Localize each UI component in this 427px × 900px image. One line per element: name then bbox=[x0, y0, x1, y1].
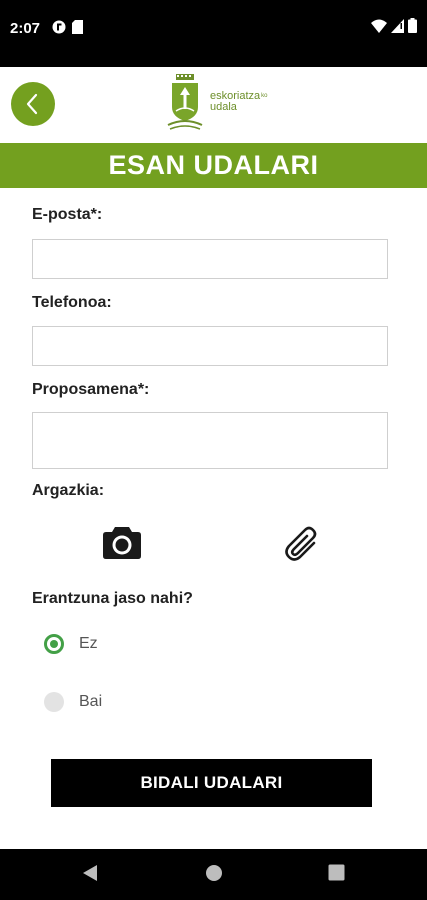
radio-unselected-icon[interactable] bbox=[44, 692, 64, 712]
phone-field[interactable] bbox=[32, 326, 388, 366]
recents-square-icon bbox=[328, 864, 345, 881]
status-right-icons bbox=[371, 18, 417, 33]
coat-of-arms-icon bbox=[167, 74, 203, 130]
attach-file-button[interactable] bbox=[283, 523, 319, 566]
email-field[interactable] bbox=[32, 239, 388, 279]
radio-selected-icon[interactable] bbox=[44, 634, 64, 654]
home-circle-icon bbox=[206, 865, 222, 881]
paperclip-icon bbox=[285, 526, 317, 561]
answer-question-label: Erantzuna jaso nahi? bbox=[32, 590, 193, 607]
logo-text: eskoriatzako udala bbox=[210, 91, 267, 113]
nav-recents-button[interactable] bbox=[328, 864, 345, 886]
proposal-label: Proposamena*: bbox=[32, 381, 150, 398]
sd-card-icon bbox=[72, 20, 83, 34]
app-notification-icon bbox=[52, 20, 66, 34]
wifi-icon bbox=[371, 19, 387, 33]
battery-icon bbox=[408, 18, 417, 33]
camera-icon bbox=[103, 527, 141, 559]
status-bar: 2:07 bbox=[0, 0, 427, 67]
nav-home-button[interactable] bbox=[205, 864, 223, 887]
nav-back-button[interactable] bbox=[82, 864, 98, 887]
logo-suffix-text: ko bbox=[261, 93, 268, 99]
municipality-logo: eskoriatzako udala bbox=[166, 73, 267, 131]
radio-label-bai: Bai bbox=[79, 693, 103, 710]
system-nav-bar bbox=[0, 849, 427, 900]
status-time: 2:07 bbox=[10, 20, 41, 37]
app-header: eskoriatzako udala bbox=[0, 67, 427, 143]
email-label: E-posta*: bbox=[32, 206, 103, 223]
signal-icon bbox=[391, 18, 404, 33]
back-button[interactable] bbox=[11, 82, 55, 126]
radio-label-ez: Ez bbox=[79, 635, 98, 652]
photo-label: Argazkia: bbox=[32, 482, 105, 499]
chevron-left-icon bbox=[26, 93, 38, 115]
proposal-field[interactable] bbox=[32, 412, 388, 469]
page-title: ESAN UDALARI bbox=[108, 150, 319, 180]
camera-button[interactable] bbox=[102, 524, 142, 565]
phone-label: Telefonoa: bbox=[32, 294, 112, 311]
page-title-banner: ESAN UDALARI bbox=[0, 143, 427, 188]
status-left-icons bbox=[52, 20, 83, 34]
back-triangle-icon bbox=[83, 865, 97, 881]
radio-option-bai[interactable]: Bai bbox=[44, 692, 102, 712]
radio-option-ez[interactable]: Ez bbox=[44, 634, 98, 654]
logo-sub-text: udala bbox=[210, 101, 237, 113]
submit-button[interactable]: BIDALI UDALARI bbox=[51, 759, 372, 807]
